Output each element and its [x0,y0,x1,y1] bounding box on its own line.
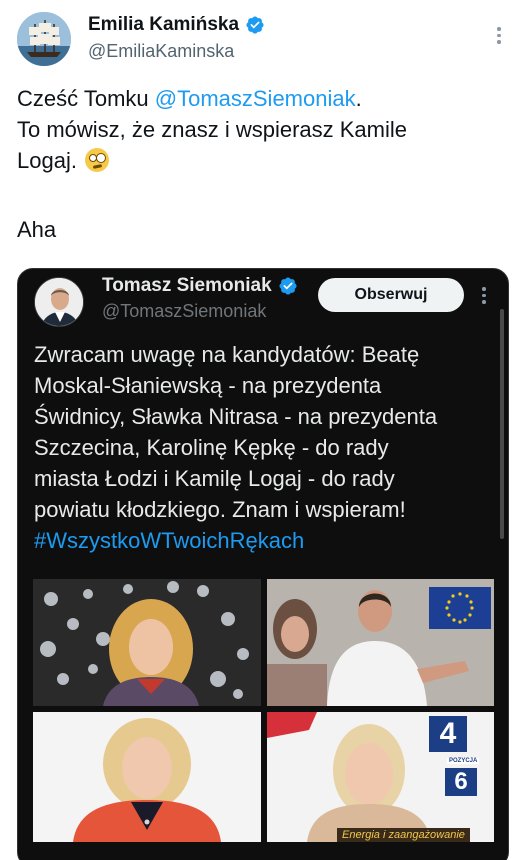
follow-button[interactable]: Obserwuj [318,278,464,312]
photo-slogan: Energia i zaangażowanie [337,828,470,842]
ballot-number-bottom: 6 [445,768,477,796]
mention-link[interactable]: @TomaszSiemoniak [155,86,356,111]
quoted-text-line: Moskal-Słaniewską - na prezydenta [34,373,382,398]
verified-badge-icon [246,16,264,34]
quoted-text-line: powiatu kłodzkiego. Znam i wspieram! [34,497,406,522]
quoted-text-line: miasta Łodzi i Kamilę Logaj - do rady [34,466,395,491]
author-avatar[interactable] [17,12,71,66]
photo-candidate-2[interactable] [267,579,494,706]
tweet-text-line1: Cześć Tomku [17,86,155,111]
quoted-tweet-text: Zwracam uwagę na kandydatów: Beatę Moska… [34,339,504,556]
more-options-icon[interactable] [496,27,502,44]
tweet-text-line4: Aha [17,217,57,242]
quoted-author-name[interactable]: Tomasz Siemoniak [102,275,298,297]
ballot-caption: POZYCJA [447,758,480,764]
quoted-author-avatar[interactable] [34,277,84,327]
ballot-number-top: 4 [429,716,467,752]
quoted-author-handle[interactable]: @TomaszSiemoniak [102,301,266,322]
verified-badge-icon [279,277,297,295]
tweet-text-line3: Logaj. [17,148,84,173]
tweet-text-punct: . [355,86,362,111]
flushed-face-emoji [85,148,110,172]
author-name[interactable]: Emilia Kamińska [88,14,265,36]
author-handle[interactable]: @EmiliaKaminska [88,41,234,62]
tweet-text-line2: To mówisz, że znasz i wspierasz Kamile [17,117,408,142]
tweet-text: Cześć Tomku @TomaszSiemoniak. To mówisz,… [17,83,507,176]
author-name-text[interactable]: Emilia Kamińska [88,14,239,36]
quoted-tweet-card[interactable]: Tomasz Siemoniak @TomaszSiemoniak Obserw… [17,268,509,860]
quoted-text-line: Szczecina, Karolinę Kępkę - do rady [34,435,389,460]
photo-candidate-4[interactable]: 4 POZYCJA 6 Energia i zaangażowanie [267,712,494,842]
quoted-text-line: Świdnicy, Sławka Nitrasa - na prezydenta [34,404,438,429]
more-options-icon[interactable] [481,287,487,304]
hashtag-link[interactable]: #WszystkoWTwoichRękach [34,525,504,556]
quoted-author-name-text[interactable]: Tomasz Siemoniak [102,275,272,297]
photo-candidate-3[interactable] [33,712,261,842]
quoted-text-line: Zwracam uwagę na kandydatów: Beatę [34,342,420,367]
photo-candidate-1[interactable] [33,579,261,706]
